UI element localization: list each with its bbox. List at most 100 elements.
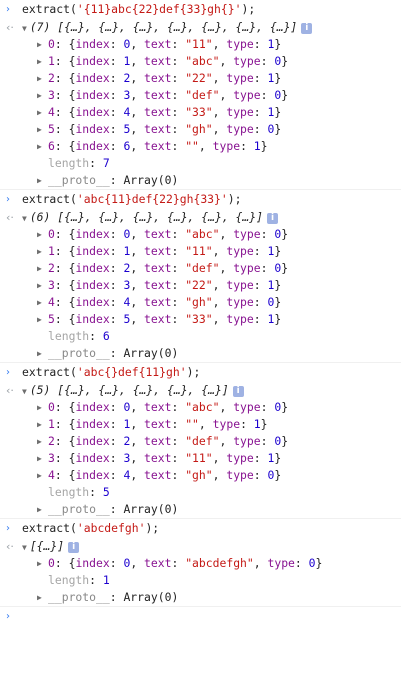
info-icon[interactable]: i [267, 213, 278, 224]
array-item-row[interactable]: ▶ 3: {index: 3, text: "22", type: 1} [0, 277, 401, 294]
punct: : { [54, 122, 76, 136]
text-key: text [144, 88, 172, 102]
text-value: "11" [185, 451, 213, 465]
array-item-row[interactable]: ▶ 3: {index: 3, text: "def", type: 0} [0, 87, 401, 104]
expand-triangle-right-icon: ▶ [37, 264, 42, 273]
index-key: index [75, 105, 110, 119]
array-item-row[interactable]: ▶ 0: {index: 0, text: "abcdefgh", type: 0… [0, 555, 401, 572]
array-item-row[interactable]: ▶ 2: {index: 2, text: "def", type: 0} [0, 433, 401, 450]
type-key: type [233, 434, 261, 448]
punct: : [253, 37, 268, 51]
punct: : [171, 295, 186, 309]
array-item-row[interactable]: ▶ 1: {index: 1, text: "abc", type: 0} [0, 53, 401, 70]
punct: , [219, 88, 234, 102]
punct: , [212, 105, 227, 119]
proto-row[interactable]: ▶ __proto__: Array(0) [0, 501, 401, 518]
item-key: 0 [48, 37, 55, 51]
array-length-row: length: 5 [0, 484, 401, 501]
console-input-line[interactable]: › extract('abcdefgh'); [0, 519, 401, 538]
punct: } [281, 261, 289, 275]
console-input-line[interactable]: › extract('{11}abc{22}def{33}gh{}'); [0, 0, 401, 19]
punct: , [212, 37, 227, 51]
array-item-row[interactable]: ▶ 4: {index: 4, text: "gh", type: 0} [0, 467, 401, 484]
item-key: 3 [48, 278, 55, 292]
array-item-row[interactable]: ▶ 0: {index: 0, text: "11", type: 1} [0, 36, 401, 53]
text-key: text [144, 417, 172, 431]
array-item-row[interactable]: ▶ 0: {index: 0, text: "abc", type: 0} [0, 399, 401, 416]
type-key: type [226, 468, 254, 482]
punct: : [109, 502, 124, 516]
punct: : [171, 54, 186, 68]
array-summary[interactable]: ‹· ▼ (5) [{…}, {…}, {…}, {…}, {…}] i [0, 382, 401, 399]
array-item-row[interactable]: ▶ 4: {index: 4, text: "gh", type: 0} [0, 294, 401, 311]
array-preview: (5) [{…}, {…}, {…}, {…}, {…}] [29, 383, 229, 397]
text-key: text [144, 556, 172, 570]
punct: } [274, 71, 282, 85]
punct: , [253, 556, 268, 570]
text-key: text [144, 227, 172, 241]
item-key: 2 [48, 434, 55, 448]
punct: : [109, 139, 124, 153]
info-icon[interactable]: i [68, 542, 80, 553]
array-item-row[interactable]: ▶ 5: {index: 5, text: "gh", type: 0} [0, 121, 401, 138]
type-key: type [233, 54, 261, 68]
console-entry: › extract('abc{11}def{22}gh{33}'); ‹· ▼ (6) … [0, 190, 401, 363]
punct: : [109, 173, 124, 187]
punct: : [109, 590, 124, 604]
punct: , [130, 468, 145, 482]
array-item-row[interactable]: ▶ 2: {index: 2, text: "def", type: 0} [0, 260, 401, 277]
punct: : [109, 227, 124, 241]
info-icon[interactable]: i [232, 386, 244, 397]
punct: : { [54, 139, 76, 153]
input-function: extract( [22, 192, 77, 206]
array-item-row[interactable]: ▶ 0: {index: 0, text: "abc", type: 0} [0, 226, 401, 243]
console-input-line[interactable]: › extract('abc{11}def{22}gh{33}'); [0, 190, 401, 209]
proto-row[interactable]: ▶ __proto__: Array(0) [0, 345, 401, 362]
punct: : [109, 88, 124, 102]
proto-row[interactable]: ▶ __proto__: Array(0) [0, 589, 401, 606]
item-key: 2 [48, 71, 55, 85]
punct: , [212, 278, 227, 292]
text-key: text [144, 105, 172, 119]
punct: , [219, 400, 234, 414]
type-key: type [267, 556, 295, 570]
text-value: "22" [185, 71, 213, 85]
array-item-row[interactable]: ▶ 6: {index: 6, text: "", type: 1} [0, 138, 401, 155]
array-item-row[interactable]: ▶ 1: {index: 1, text: "11", type: 1} [0, 243, 401, 260]
punct: : [109, 400, 124, 414]
console-input-line[interactable]: › extract('abc{}def{11}gh'); [0, 363, 401, 382]
punct: , [212, 295, 227, 309]
console-prompt-input[interactable]: › [0, 607, 401, 629]
type-key: type [226, 244, 254, 258]
array-summary[interactable]: ‹· ▼ (7) [{…}, {…}, {…}, {…}, {…}, {…}, {…… [0, 19, 401, 36]
punct: : [171, 278, 186, 292]
proto-row[interactable]: ▶ __proto__: Array(0) [0, 172, 401, 189]
punct: } [260, 417, 268, 431]
punct: } [274, 37, 282, 51]
type-key: type [226, 105, 254, 119]
array-summary[interactable]: ‹· ▼ [{…}] i [0, 538, 401, 555]
array-item-row[interactable]: ▶ 3: {index: 3, text: "11", type: 1} [0, 450, 401, 467]
index-key: index [75, 556, 110, 570]
input-argument: '{11}abc{22}def{33}gh{}' [76, 2, 242, 16]
index-key: index [75, 278, 110, 292]
text-key: text [144, 37, 172, 51]
input-function: extract( [22, 365, 77, 379]
item-key: 0 [48, 400, 55, 414]
punct: : [171, 122, 186, 136]
array-item-row[interactable]: ▶ 4: {index: 4, text: "33", type: 1} [0, 104, 401, 121]
text-key: text [144, 468, 172, 482]
info-icon[interactable]: i [301, 23, 313, 34]
punct: } [274, 312, 282, 326]
array-summary[interactable]: ‹· ▼ (6) [{…}, {…}, {…}, {…}, {…}, {…}] i [0, 209, 401, 226]
index-key: index [75, 261, 110, 275]
proto-key: __proto__ [48, 346, 110, 360]
array-item-row[interactable]: ▶ 2: {index: 2, text: "22", type: 1} [0, 70, 401, 87]
array-item-row[interactable]: ▶ 5: {index: 5, text: "33", type: 1} [0, 311, 401, 328]
text-value: "" [185, 139, 199, 153]
length-key: length [48, 573, 90, 587]
punct: : [260, 227, 275, 241]
index-key: index [75, 139, 110, 153]
punct: : { [54, 295, 76, 309]
array-item-row[interactable]: ▶ 1: {index: 1, text: "", type: 1} [0, 416, 401, 433]
